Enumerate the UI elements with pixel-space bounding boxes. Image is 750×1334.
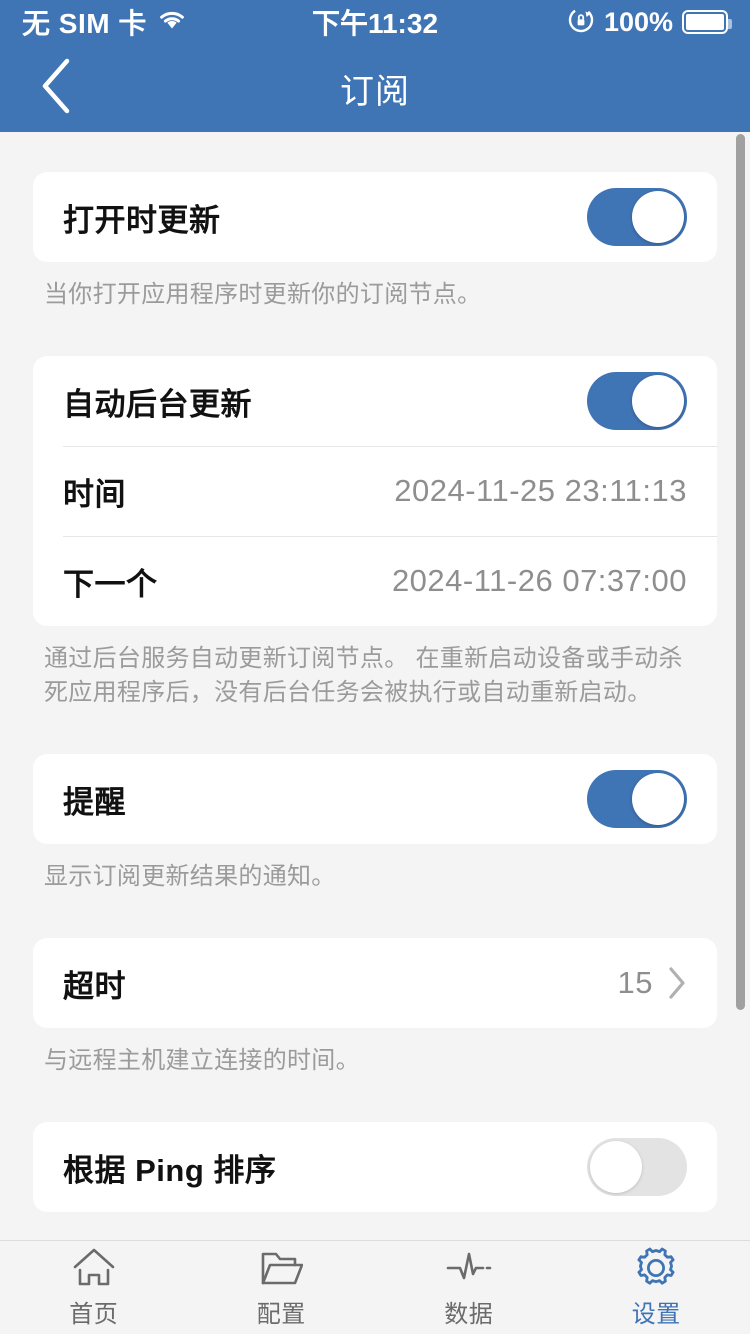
row-label: 时间 — [63, 476, 126, 512]
rotation-lock-icon — [567, 6, 595, 39]
row-update-on-open[interactable]: 打开时更新 — [33, 172, 717, 262]
tab-home[interactable]: 首页 — [0, 1247, 188, 1329]
toggle-auto-background-update[interactable] — [587, 372, 687, 431]
toggle-sort-by-ping[interactable] — [587, 1138, 687, 1197]
toggle-notification[interactable] — [587, 770, 687, 829]
row-value-next-time: 2024-11-26 07:37:00 — [391, 563, 687, 599]
row-value-last-time: 2024-11-25 23:11:13 — [394, 473, 687, 509]
gear-icon — [634, 1247, 678, 1289]
footnote-update-on-open: 当你打开应用程序时更新你的订阅节点。 — [44, 281, 482, 308]
app-root: 无 SIM 卡 下午11:32 100% 订阅 打开时更新 当你打开应用程序时更… — [0, 0, 750, 1334]
wifi-icon — [157, 9, 187, 36]
status-bar: 无 SIM 卡 下午11:32 100% — [0, 0, 750, 44]
page-title: 订阅 — [340, 72, 410, 111]
tab-bar: 首页 配置 数据 设置 — [0, 1240, 750, 1334]
footnote-auto-background-update: 通过后台服务自动更新订阅节点。 在重新启动设备或手动杀死应用程序后，没有后台任务… — [44, 645, 683, 707]
row-auto-background-update[interactable]: 自动后台更新 — [33, 356, 717, 446]
tab-label: 首页 — [69, 1300, 119, 1328]
status-bar-left: 无 SIM 卡 — [22, 2, 187, 42]
footnote-timeout: 与远程主机建立连接的时间。 — [44, 1047, 360, 1075]
row-label: 根据 Ping 排序 — [63, 1152, 277, 1188]
tab-label: 配置 — [256, 1300, 306, 1328]
battery-full-icon — [682, 10, 732, 34]
row-label: 打开时更新 — [63, 202, 221, 238]
tab-config[interactable]: 配置 — [188, 1247, 376, 1329]
section-auto-background-update: 自动后台更新 时间 2024-11-25 23:11:13 下一个 2024-1… — [33, 356, 717, 627]
row-label: 下一个 — [63, 566, 158, 602]
chevron-right-icon — [667, 966, 687, 1000]
tab-label: 设置 — [631, 1300, 681, 1328]
vertical-scrollbar[interactable] — [736, 134, 745, 1010]
chevron-left-icon — [38, 57, 74, 120]
row-label: 提醒 — [63, 784, 126, 820]
row-last-time[interactable]: 时间 2024-11-25 23:11:13 — [33, 446, 717, 536]
pulse-icon — [446, 1247, 492, 1289]
back-button[interactable] — [24, 56, 88, 120]
tab-label: 数据 — [444, 1300, 494, 1328]
toggle-update-on-open[interactable] — [587, 188, 687, 246]
section-sort-by-ping: 根据 Ping 排序 — [33, 1122, 717, 1213]
row-value-timeout: 15 — [617, 965, 653, 1001]
footnote-notification: 显示订阅更新结果的通知。 — [44, 863, 336, 891]
section-timeout: 超时 15 — [33, 938, 717, 1029]
settings-scroll-area[interactable]: 打开时更新 当你打开应用程序时更新你的订阅节点。 自动后台更新 时间 2024-… — [0, 132, 750, 1240]
folder-icon — [259, 1247, 304, 1289]
battery-percent-label: 100% — [603, 6, 673, 37]
row-timeout[interactable]: 超时 15 — [33, 938, 717, 1028]
carrier-label: 无 SIM 卡 — [22, 8, 147, 39]
section-update-on-open: 打开时更新 — [33, 172, 717, 262]
row-next-time[interactable]: 下一个 2024-11-26 07:37:00 — [33, 536, 717, 626]
row-sort-by-ping[interactable]: 根据 Ping 排序 — [33, 1122, 717, 1212]
tab-data[interactable]: 数据 — [375, 1247, 563, 1329]
home-icon — [72, 1247, 116, 1289]
row-label: 自动后台更新 — [63, 386, 252, 422]
status-bar-right: 100% — [567, 6, 732, 39]
row-label: 超时 — [63, 968, 126, 1004]
nav-bar: 订阅 — [0, 44, 750, 132]
section-notification: 提醒 — [33, 754, 717, 845]
tab-settings[interactable]: 设置 — [563, 1247, 750, 1329]
row-notification[interactable]: 提醒 — [33, 754, 717, 844]
